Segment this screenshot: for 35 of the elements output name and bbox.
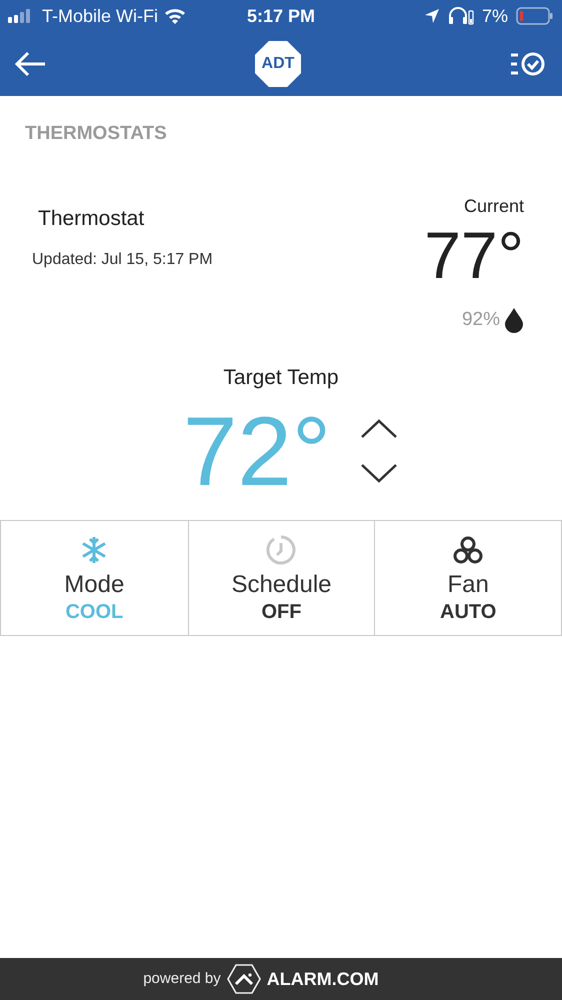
tile-value: COOL (65, 600, 124, 624)
logo: ADT (255, 41, 301, 87)
back-arrow-icon (15, 51, 47, 77)
tile-label: Mode (64, 570, 124, 598)
droplet-icon (504, 306, 524, 333)
checklist-icon (510, 51, 546, 77)
carrier-text: T-Mobile Wi-Fi (42, 4, 158, 28)
clock-icon (265, 534, 298, 566)
target-label: Target Temp (223, 365, 339, 391)
setting-tile[interactable]: Fan AUTO (374, 520, 561, 634)
setting-tile[interactable]: Mode COOL (1, 520, 188, 634)
wifi-icon (164, 8, 186, 24)
chevron-down-icon (360, 462, 398, 482)
current-temperature: 77° (424, 220, 524, 290)
powered-by-text: powered by (143, 968, 221, 989)
fan-icon (453, 536, 484, 564)
tile-label: Schedule (231, 570, 332, 598)
current-label: Current (464, 194, 524, 218)
tile-value: AUTO (440, 600, 496, 624)
section-title: THERMOSTATS (25, 123, 167, 144)
clock-text: 5:17 PM (246, 4, 316, 28)
tile-value: OFF (261, 600, 302, 624)
location-arrow-icon (424, 8, 440, 24)
tile-label: Fan (447, 570, 489, 598)
battery-text: 7% (482, 4, 508, 28)
chevron-up-icon (360, 418, 398, 438)
battery-icon (516, 7, 554, 25)
thermostat-name: Thermostat (37, 206, 146, 232)
updated-text: Updated: Jul 15, 5:17 PM (32, 250, 213, 270)
humidity-text: 92% (462, 308, 500, 332)
target-temperature: 72° (182, 396, 332, 506)
house-logo-icon (226, 964, 261, 994)
setting-tile[interactable]: Schedule OFF (188, 520, 374, 634)
brand-text: ALARM.COM (266, 968, 379, 990)
headphones-icon (448, 7, 474, 25)
